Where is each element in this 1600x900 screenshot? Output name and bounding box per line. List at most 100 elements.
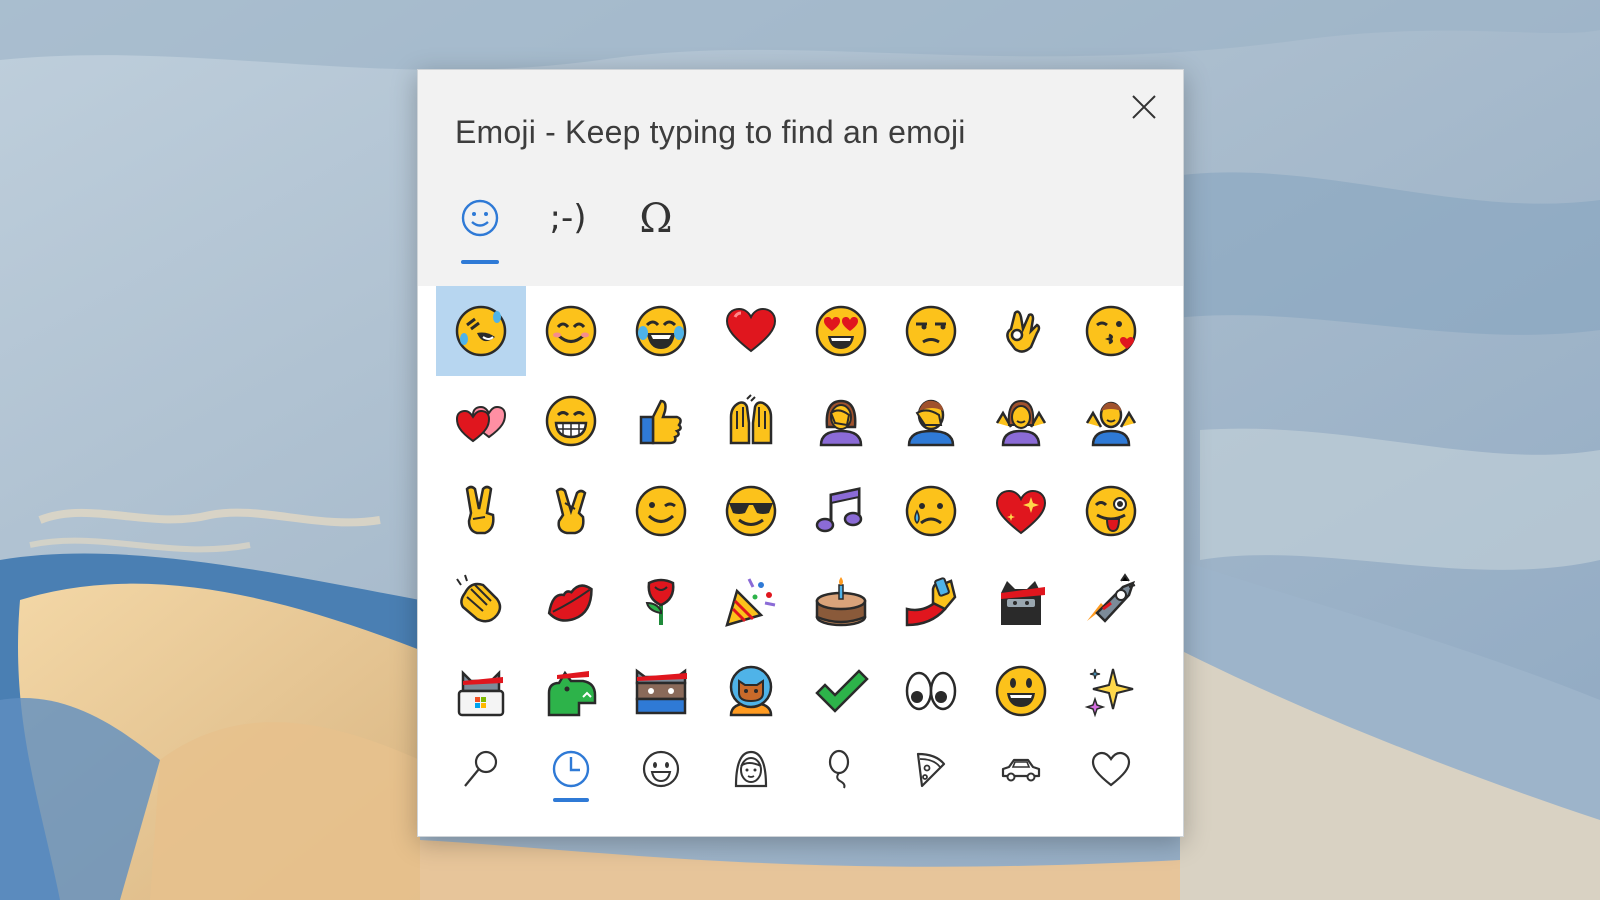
emoji-red-heart[interactable] — [706, 286, 796, 376]
category-smileys[interactable] — [616, 736, 706, 816]
rolling-on-floor-laughing-icon — [455, 305, 507, 357]
smiling-face-with-smiling-eyes-icon — [545, 305, 597, 357]
emoji-ok-hand[interactable] — [976, 286, 1066, 376]
emoji-grinning-face-with-smiling-eyes[interactable] — [526, 376, 616, 466]
emoji-raising-hands[interactable] — [706, 376, 796, 466]
emoji-man-facepalming[interactable] — [886, 376, 976, 466]
emoji-astronaut-cat[interactable] — [706, 646, 796, 736]
emoji-sparkles[interactable] — [1066, 646, 1156, 736]
crying-face-icon — [905, 485, 957, 537]
emoji-astro-cat[interactable] — [1066, 556, 1156, 646]
musical-notes-icon — [815, 487, 863, 533]
clapping-hands-icon — [456, 574, 502, 623]
emoji-thumbs-up[interactable] — [616, 376, 706, 466]
close-button[interactable] — [1121, 84, 1167, 130]
emoji-sparkling-heart[interactable] — [976, 466, 1066, 556]
rose-icon — [645, 578, 675, 625]
emoji-unamused-face[interactable] — [886, 286, 976, 376]
emoji-musical-notes[interactable] — [796, 466, 886, 556]
emoji-crying-face[interactable] — [886, 466, 976, 556]
astro-cat-icon — [1087, 573, 1136, 623]
astronaut-cat-icon — [729, 665, 773, 717]
tab-kaomoji[interactable]: ;-) — [539, 190, 597, 264]
hacker-cat-icon — [457, 669, 505, 717]
category-people[interactable] — [706, 736, 796, 816]
category-food[interactable] — [886, 736, 976, 816]
smiling-face-with-sunglasses-icon — [725, 485, 777, 537]
people-icon — [734, 750, 768, 788]
category-bar — [436, 736, 1156, 816]
emoji-smiling-face-with-smiling-eyes[interactable] — [526, 286, 616, 376]
emoji-two-hearts[interactable] — [436, 376, 526, 466]
panel-title: Emoji - Keep typing to find an emoji — [455, 114, 966, 150]
emoji-rose[interactable] — [616, 556, 706, 646]
emoji-victory-hand[interactable] — [436, 466, 526, 556]
face-with-tears-of-joy-icon — [635, 305, 687, 357]
tab-symbols[interactable]: Ω — [627, 190, 685, 264]
selfie-icon — [905, 577, 957, 627]
close-icon — [1132, 95, 1156, 119]
ninja-cat-icon — [1001, 581, 1045, 625]
category-travel[interactable] — [976, 736, 1066, 816]
man-shrugging-icon — [1085, 401, 1137, 447]
birthday-cake-icon — [815, 577, 867, 627]
emoji-ninja-cat[interactable] — [976, 556, 1066, 646]
emoji-kiss-mark[interactable] — [526, 556, 616, 646]
emoji-panel: Emoji - Keep typing to find an emoji ;-)… — [417, 69, 1184, 837]
emoji-winking-face-with-tongue[interactable] — [1066, 466, 1156, 556]
grinning-face-with-smiling-eyes-icon — [545, 395, 597, 447]
emoji-face-blowing-a-kiss[interactable] — [1066, 286, 1156, 376]
search-icon — [464, 750, 498, 787]
stack-cat-icon — [635, 668, 687, 715]
winking-face-icon — [635, 485, 687, 537]
crossed-fingers-icon — [555, 487, 587, 535]
emoji-grinning-face[interactable] — [976, 646, 1066, 736]
ok-hand-icon — [1006, 310, 1041, 353]
emoji-hacker-cat[interactable] — [436, 646, 526, 736]
party-popper-icon — [725, 578, 776, 627]
emoji-face-with-tears-of-joy[interactable] — [616, 286, 706, 376]
emoji-grid — [436, 286, 1156, 736]
heart-symbols-icon — [1091, 751, 1131, 787]
emoji-stack-cat[interactable] — [616, 646, 706, 736]
category-symbols[interactable] — [1066, 736, 1156, 816]
kaomoji-icon: ;-) — [549, 198, 587, 238]
smiling-face-with-heart-eyes-icon — [815, 305, 867, 357]
car-travel-icon — [1001, 758, 1041, 782]
emoji-rolling-on-floor-laughing[interactable] — [436, 286, 526, 376]
balloon-celebration-icon — [828, 749, 850, 789]
emoji-smiling-face-with-sunglasses[interactable] — [706, 466, 796, 556]
category-celebrations[interactable] — [796, 736, 886, 816]
emoji-party-popper[interactable] — [706, 556, 796, 646]
emoji-winking-face[interactable] — [616, 466, 706, 556]
tab-emoji[interactable] — [451, 190, 509, 264]
recent-clock-icon — [552, 750, 590, 788]
emoji-birthday-cake[interactable] — [796, 556, 886, 646]
sparkling-heart-icon — [995, 489, 1047, 535]
emoji-selfie[interactable] — [886, 556, 976, 646]
raising-hands-icon — [729, 394, 773, 445]
dino-cat-icon — [547, 670, 597, 717]
woman-facepalming-icon — [819, 399, 863, 447]
kiss-mark-icon — [547, 584, 593, 622]
eyes-icon — [905, 671, 957, 711]
emoji-smiling-face-with-heart-eyes[interactable] — [796, 286, 886, 376]
grinning-face-icon — [995, 665, 1047, 717]
red-heart-icon — [725, 307, 777, 353]
smiley-faces-icon — [642, 750, 680, 788]
emoji-woman-facepalming[interactable] — [796, 376, 886, 466]
emoji-woman-shrugging[interactable] — [976, 376, 1066, 466]
emoji-eyes[interactable] — [886, 646, 976, 736]
emoji-dino-cat[interactable] — [526, 646, 616, 736]
omega-symbol-icon: Ω — [639, 196, 673, 242]
emoji-check-mark[interactable] — [796, 646, 886, 736]
unamused-face-icon — [905, 305, 957, 357]
emoji-clapping-hands[interactable] — [436, 556, 526, 646]
category-search[interactable] — [436, 736, 526, 816]
smiley-outline-icon — [461, 199, 499, 237]
emoji-man-shrugging[interactable] — [1066, 376, 1156, 466]
category-recent[interactable] — [526, 736, 616, 816]
panel-header: Emoji - Keep typing to find an emoji ;-)… — [418, 70, 1183, 286]
emoji-crossed-fingers[interactable] — [526, 466, 616, 556]
check-mark-icon — [815, 669, 869, 713]
